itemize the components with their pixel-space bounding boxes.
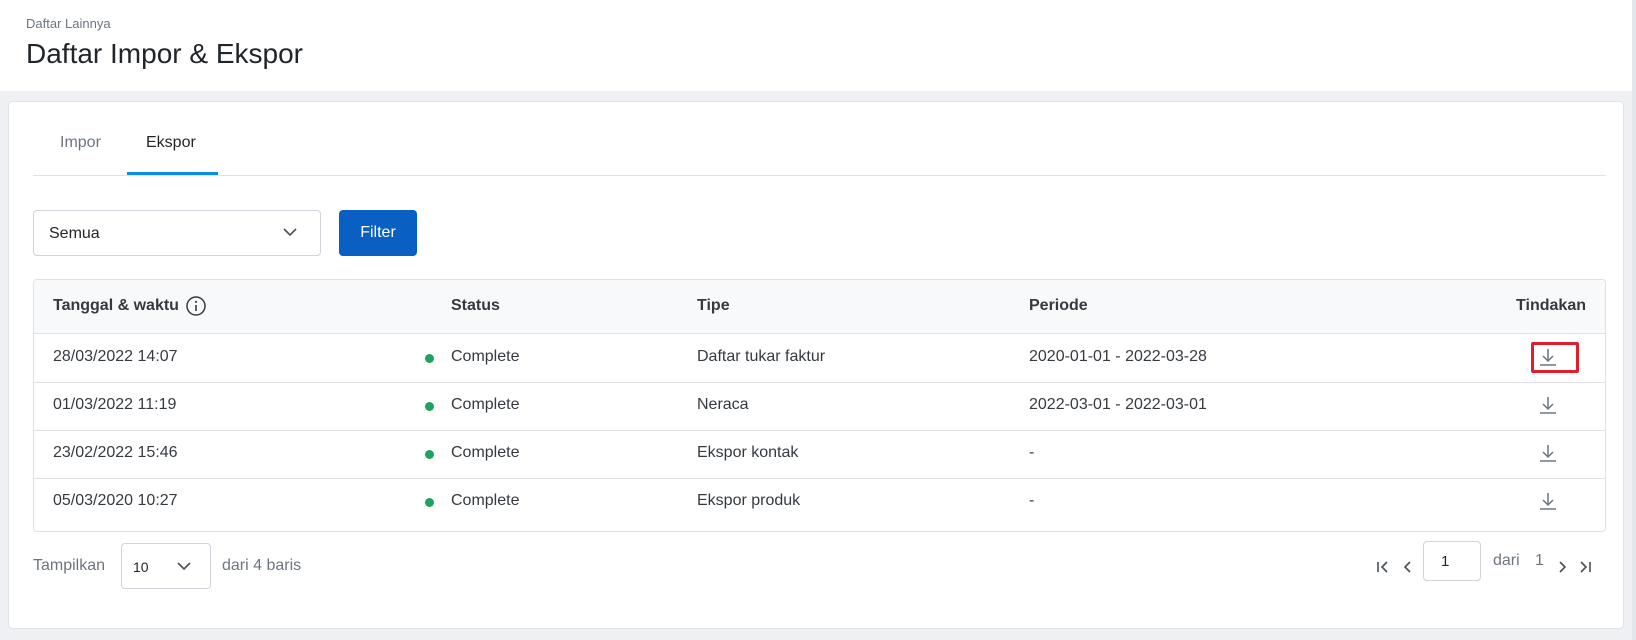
- chevron-down-icon: [177, 562, 191, 571]
- show-label: Tampilkan: [33, 557, 106, 574]
- page-header: Daftar Lainnya Daftar Impor & Ekspor: [0, 0, 1632, 91]
- row-datetime: 23/02/2022 15:46: [53, 444, 178, 461]
- breadcrumb[interactable]: Daftar Lainnya: [26, 16, 111, 31]
- row-type: Daftar tukar faktur: [697, 348, 826, 365]
- first-page-icon[interactable]: [1375, 559, 1391, 575]
- status-dot-icon: [425, 498, 434, 507]
- column-header-period: Periode: [1029, 297, 1088, 314]
- chevron-down-icon: [283, 228, 297, 237]
- last-page-icon[interactable]: [1577, 559, 1593, 575]
- page-title: Daftar Impor & Ekspor: [26, 38, 303, 69]
- row-type: Ekspor produk: [697, 492, 801, 509]
- status-dot-icon: [425, 450, 434, 459]
- column-header-status: Status: [451, 297, 500, 314]
- status-dot-icon: [425, 402, 434, 411]
- tab-impor[interactable]: Impor: [60, 134, 101, 152]
- select-value: Semua: [49, 225, 100, 242]
- page-size-value: 10: [133, 559, 149, 575]
- row-status: Complete: [451, 444, 520, 461]
- window-edge: [1632, 0, 1636, 640]
- row-datetime: 05/03/2020 10:27: [53, 492, 178, 509]
- content-card: Impor Ekspor Semua Filter Tanggal & wakt…: [8, 101, 1624, 629]
- row-datetime: 28/03/2022 14:07: [53, 348, 178, 365]
- download-icon[interactable]: [1536, 345, 1560, 369]
- row-status: Complete: [451, 492, 520, 509]
- next-page-icon[interactable]: [1555, 559, 1571, 575]
- download-icon[interactable]: [1536, 393, 1560, 417]
- page-number-input[interactable]: [1423, 541, 1481, 581]
- tab-bar: Impor Ekspor: [33, 102, 1606, 176]
- column-header-datetime: Tanggal & waktu: [53, 297, 179, 314]
- row-type: Neraca: [697, 396, 749, 413]
- row-datetime: 01/03/2022 11:19: [53, 396, 177, 413]
- row-status: Complete: [451, 396, 520, 413]
- download-icon[interactable]: [1536, 441, 1560, 465]
- table-row: 23/02/2022 15:46 Complete Ekspor kontak …: [34, 430, 1605, 479]
- total-pages: 1: [1535, 552, 1544, 569]
- row-type: Ekspor kontak: [697, 444, 799, 461]
- row-status: Complete: [451, 348, 520, 365]
- page-size-select[interactable]: 10: [121, 543, 211, 589]
- download-icon[interactable]: [1536, 489, 1560, 513]
- column-header-action: Tindakan: [1516, 297, 1586, 314]
- table-header: Tanggal & waktu Status Tipe Periode Tind…: [34, 280, 1605, 334]
- table-row: 28/03/2022 14:07 Complete Daftar tukar f…: [34, 334, 1605, 383]
- row-count-text: dari 4 baris: [222, 557, 302, 574]
- active-tab-indicator: [127, 172, 218, 175]
- prev-page-icon[interactable]: [1399, 559, 1415, 575]
- status-dot-icon: [425, 354, 434, 363]
- table-row: 01/03/2022 11:19 Complete Neraca 2022-03…: [34, 382, 1605, 431]
- table-row: 05/03/2020 10:27 Complete Ekspor produk …: [34, 478, 1605, 527]
- row-period: 2020-01-01 - 2022-03-28: [1029, 348, 1207, 365]
- type-filter-select[interactable]: Semua: [33, 210, 321, 256]
- row-period: -: [1029, 444, 1035, 461]
- info-icon[interactable]: [185, 295, 207, 317]
- filter-button[interactable]: Filter: [339, 210, 417, 256]
- export-table: Tanggal & waktu Status Tipe Periode Tind…: [33, 279, 1606, 532]
- row-period: -: [1029, 492, 1035, 509]
- tab-ekspor[interactable]: Ekspor: [146, 134, 196, 152]
- of-label: dari: [1493, 552, 1520, 569]
- row-period: 2022-03-01 - 2022-03-01: [1029, 396, 1207, 413]
- column-header-type: Tipe: [697, 297, 730, 314]
